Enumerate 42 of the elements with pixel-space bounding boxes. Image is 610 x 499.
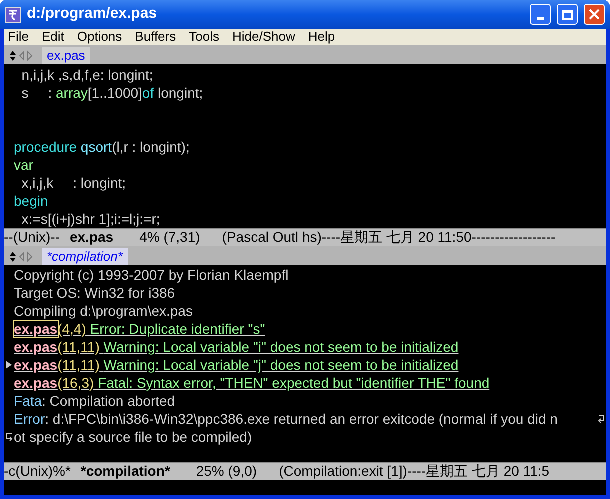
close-button[interactable] bbox=[584, 4, 605, 25]
mode-line-text: (Compilation:exit [1])----星期五 七月 20 11:5 bbox=[279, 463, 550, 480]
maximize-button[interactable] bbox=[557, 4, 578, 25]
minimize-button[interactable] bbox=[530, 4, 551, 25]
wrap-icon bbox=[6, 433, 12, 441]
buffer-tab[interactable]: *compilation* bbox=[42, 248, 128, 265]
mode-line-text: 4% (7,31) bbox=[140, 229, 200, 246]
code-line: x:=s[(i+j)shr 1];i:=l;j:=r; bbox=[20, 210, 160, 228]
menu-item[interactable]: Options bbox=[77, 29, 122, 47]
menu-item[interactable]: Hide/Show bbox=[232, 29, 296, 47]
mode-line-text: ex.pas bbox=[70, 229, 114, 246]
close-icon bbox=[589, 9, 600, 20]
code-line: n,i,j,k ,s,d,f,e: longint; bbox=[20, 66, 154, 84]
code-line: x,i,j,k : longint; bbox=[20, 174, 126, 192]
mode-line-text: 25% (9,0) bbox=[196, 463, 258, 480]
code-line: s : array[1..1000]of longint; bbox=[20, 84, 204, 102]
output-line: Compiling d:\program\ex.pas bbox=[14, 302, 193, 320]
mode-line-text: (Pascal Outl hs)----星期五 七月 20 11:50------------------ bbox=[222, 229, 556, 246]
code-line: begin bbox=[14, 192, 48, 210]
mode-line-text: --(Unix)-- bbox=[4, 229, 60, 246]
code-line: var bbox=[14, 156, 34, 174]
output-line: Target OS: Win32 for i386 bbox=[14, 284, 176, 302]
menu-item[interactable]: Tools bbox=[189, 29, 220, 47]
output-line: ot specify a source file to be compiled) bbox=[14, 428, 252, 446]
app-icon bbox=[5, 6, 21, 22]
output-line: Fata: Compilation aborted bbox=[14, 392, 176, 410]
mode-line-text: *compilation* bbox=[80, 463, 170, 480]
menu-item[interactable]: File bbox=[8, 29, 29, 47]
menu-item[interactable]: Buffers bbox=[135, 29, 176, 47]
output-line: Error: d:\FPC\bin\i386-Win32\ppc386.exe returned an error exitcode (normal if you did n bbox=[14, 410, 558, 428]
window-title: d:/program/ex.pas bbox=[27, 4, 158, 24]
wrap-icon bbox=[598, 415, 605, 423]
mode-line-text: -c(Unix)%* bbox=[4, 463, 71, 480]
error-link[interactable]: ex.pas(16,3) Fatal: Syntax error, "THEN" expected but "identifier THE" found bbox=[14, 374, 490, 392]
error-link[interactable]: ex.pas(4,4) Error: Duplicate identifier "s" bbox=[14, 320, 266, 338]
buffer-tab[interactable]: ex.pas bbox=[42, 47, 90, 64]
error-link[interactable]: ex.pas(11,11) Warning: Local variable "j" does not seem to be initialized bbox=[14, 356, 459, 374]
output-line: Copyright (c) 1993-2007 by Florian Klaempfl bbox=[14, 266, 289, 284]
menu-item[interactable]: Help bbox=[308, 29, 336, 47]
code-line: procedure qsort(l,r : longint); bbox=[14, 138, 190, 156]
error-link[interactable]: ex.pas(11,11) Warning: Local variable "i" does not seem to be initialized bbox=[14, 338, 459, 356]
menu-item[interactable]: Edit bbox=[42, 29, 64, 47]
